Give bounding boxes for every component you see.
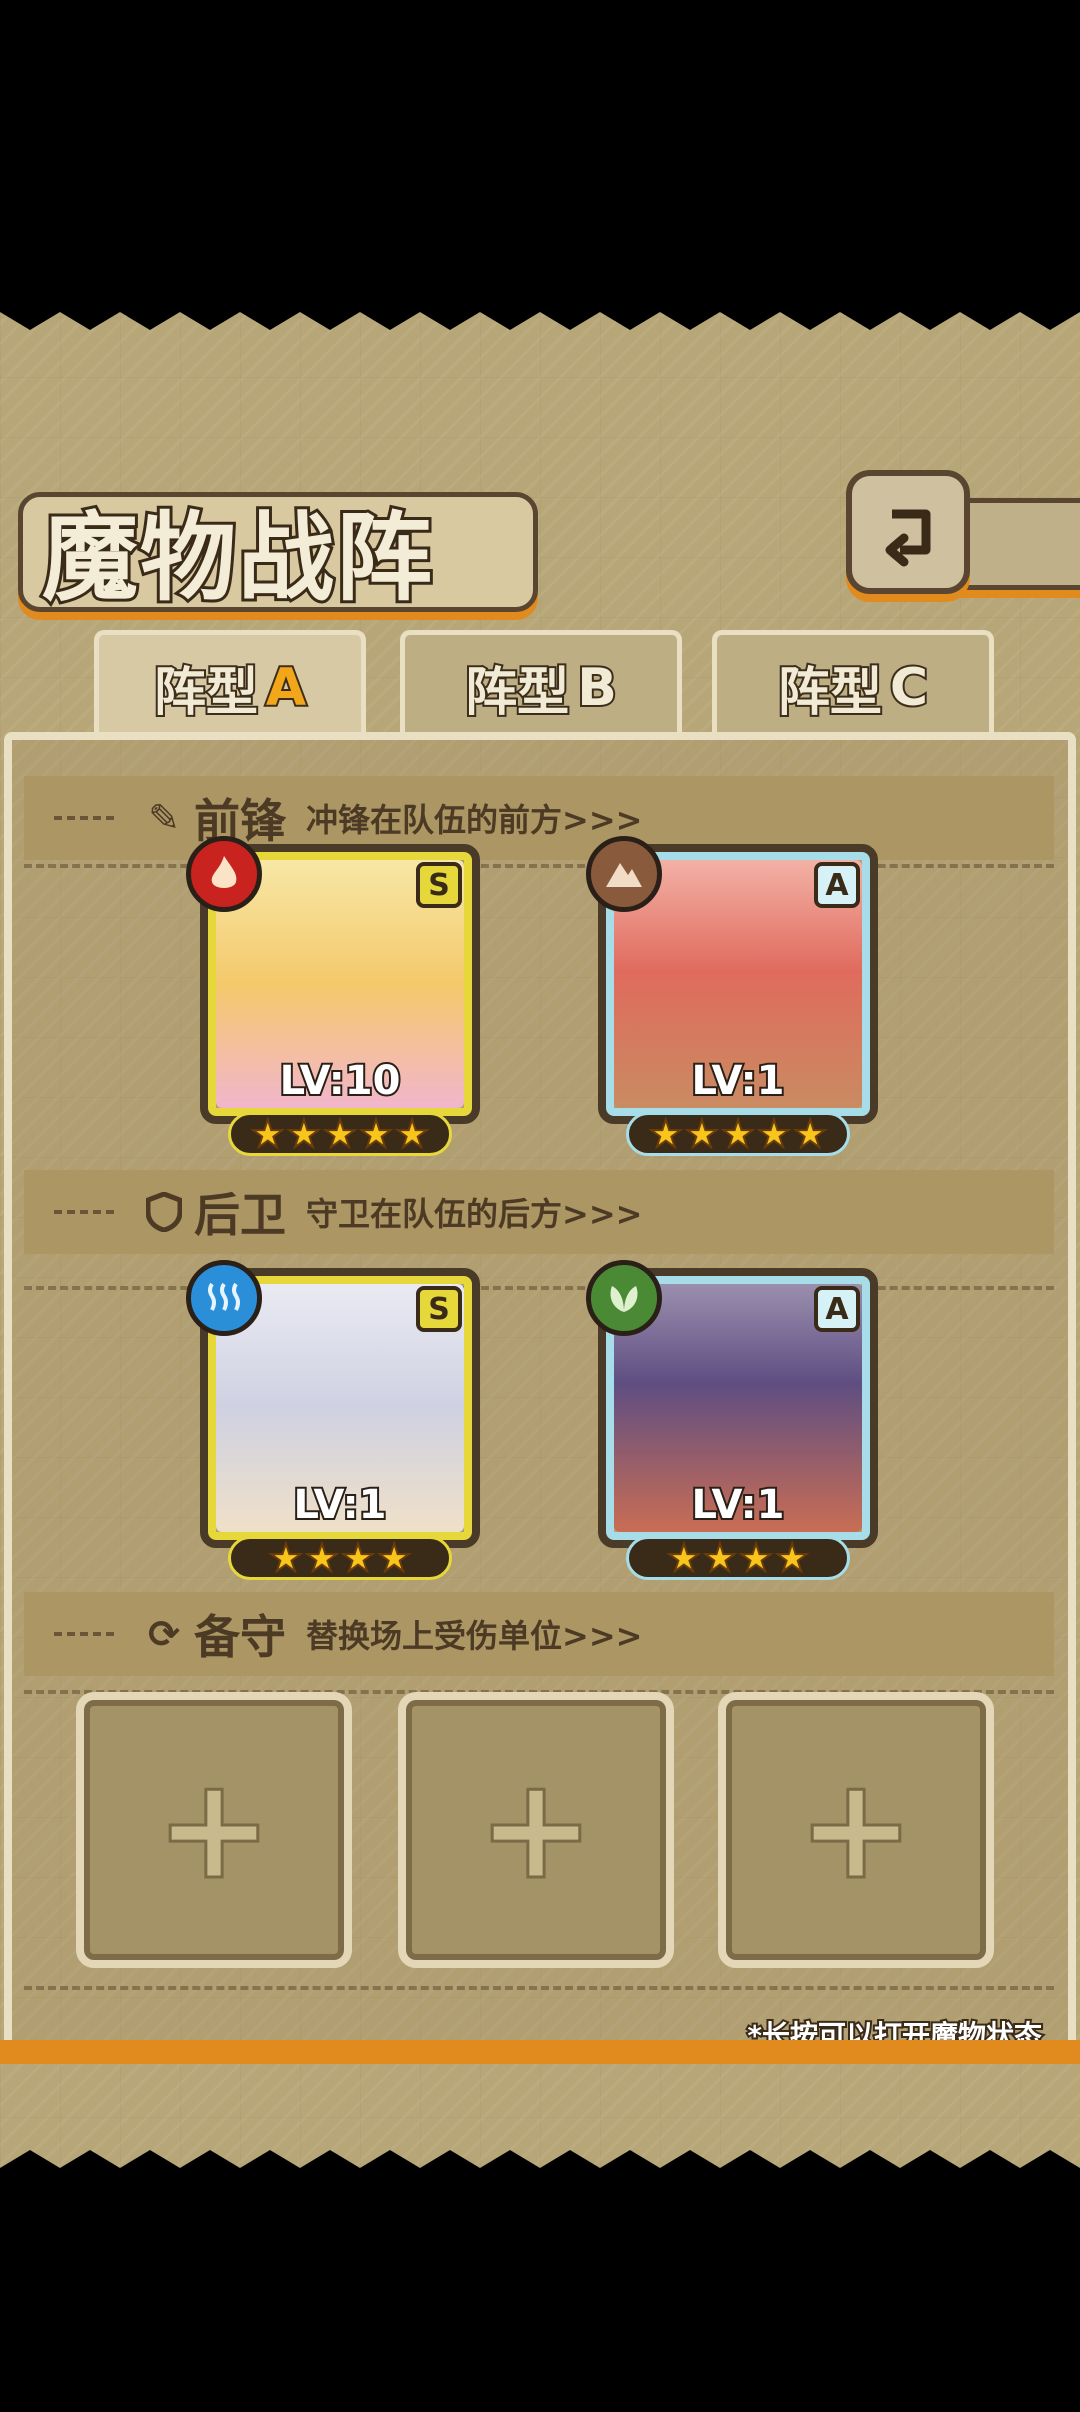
tab-letter: A (264, 656, 308, 720)
star-icon: ★ (648, 1112, 684, 1156)
star-icon: ★ (340, 1536, 376, 1580)
sword-icon: ✎ (148, 796, 180, 840)
back-button[interactable] (846, 470, 970, 594)
unit-level: LV:1 (690, 1480, 787, 1530)
water-element-icon (186, 1260, 262, 1336)
tab-label: 阵型 (776, 661, 884, 725)
add-unit-icon: + (796, 1748, 916, 1911)
star-icon: ★ (358, 1112, 394, 1156)
unit-level: LV:1 (690, 1056, 787, 1106)
section-title: 备守 (194, 1610, 286, 1664)
star-icon: ★ (250, 1112, 286, 1156)
divider (54, 1632, 114, 1636)
back-arrow-icon (885, 509, 931, 567)
star-icon: ★ (684, 1112, 720, 1156)
reserve-slot-1[interactable]: + (76, 1692, 352, 1968)
star-icon: ★ (376, 1536, 412, 1580)
swap-icon: ⟳ (148, 1612, 180, 1656)
rank-badge: A (814, 1286, 860, 1332)
star-rating: ★ ★ ★ ★ ★ (228, 1112, 452, 1156)
earth-element-icon (586, 836, 662, 912)
divider (54, 816, 114, 820)
section-title: 后卫 (194, 1188, 286, 1242)
rank-badge: S (416, 862, 462, 908)
unit-level: LV:10 (278, 1056, 403, 1106)
tab-letter: B (575, 656, 619, 720)
top-zigzag-border (0, 302, 1080, 330)
star-icon: ★ (756, 1112, 792, 1156)
star-icon: ★ (666, 1536, 702, 1580)
star-icon: ★ (322, 1112, 358, 1156)
star-icon: ★ (792, 1112, 828, 1156)
back-row (24, 1286, 1054, 1596)
add-unit-icon: + (476, 1748, 596, 1911)
game-screen: { "title": "魔物战阵", "tabs": [ {"prefix":"… (0, 0, 1080, 2412)
tab-formation-b[interactable]: 阵型 B (400, 630, 682, 740)
rank-badge: S (416, 1286, 462, 1332)
tab-formation-c[interactable]: 阵型 C (712, 630, 994, 740)
tab-label: 阵型 (463, 661, 571, 725)
add-unit-icon: + (154, 1748, 274, 1911)
fire-element-icon (186, 836, 262, 912)
section-header-back: 后卫 守卫在队伍的后方>>> (24, 1170, 1054, 1254)
star-icon: ★ (304, 1536, 340, 1580)
reserve-slot-2[interactable]: + (398, 1692, 674, 1968)
page-title: 魔物战阵 (39, 498, 435, 617)
back-button-rail (960, 498, 1080, 590)
star-icon: ★ (702, 1536, 738, 1580)
star-icon: ★ (774, 1536, 810, 1580)
star-icon: ★ (286, 1112, 322, 1156)
section-description: 替换场上受伤单位>>> (306, 1617, 643, 1655)
star-icon: ★ (268, 1536, 304, 1580)
star-icon: ★ (394, 1112, 430, 1156)
star-icon: ★ (738, 1536, 774, 1580)
tab-label: 阵型 (152, 661, 260, 725)
shield-icon (144, 1192, 184, 1232)
tab-formation-a[interactable]: 阵型 A (94, 630, 366, 740)
section-description: 冲锋在队伍的前方>>> (306, 801, 643, 839)
section-header-front: ✎ 前锋 冲锋在队伍的前方>>> (24, 776, 1054, 860)
divider (54, 1210, 114, 1214)
star-rating: ★ ★ ★ ★ (228, 1536, 452, 1580)
section-description: 守卫在队伍的后方>>> (306, 1195, 643, 1233)
star-icon: ★ (720, 1112, 756, 1156)
rank-badge: A (814, 862, 860, 908)
star-rating: ★ ★ ★ ★ ★ (626, 1112, 850, 1156)
section-header-reserve: ⟳ 备守 替换场上受伤单位>>> (24, 1592, 1054, 1676)
front-row (24, 864, 1054, 1174)
bottom-zigzag-border (0, 2150, 1080, 2178)
reserve-slot-3[interactable]: + (718, 1692, 994, 1968)
tab-letter: C (888, 656, 930, 720)
wind-element-icon (586, 1260, 662, 1336)
unit-level: LV:1 (292, 1480, 389, 1530)
star-rating: ★ ★ ★ ★ (626, 1536, 850, 1580)
panel-bottom-edge (0, 2040, 1080, 2064)
